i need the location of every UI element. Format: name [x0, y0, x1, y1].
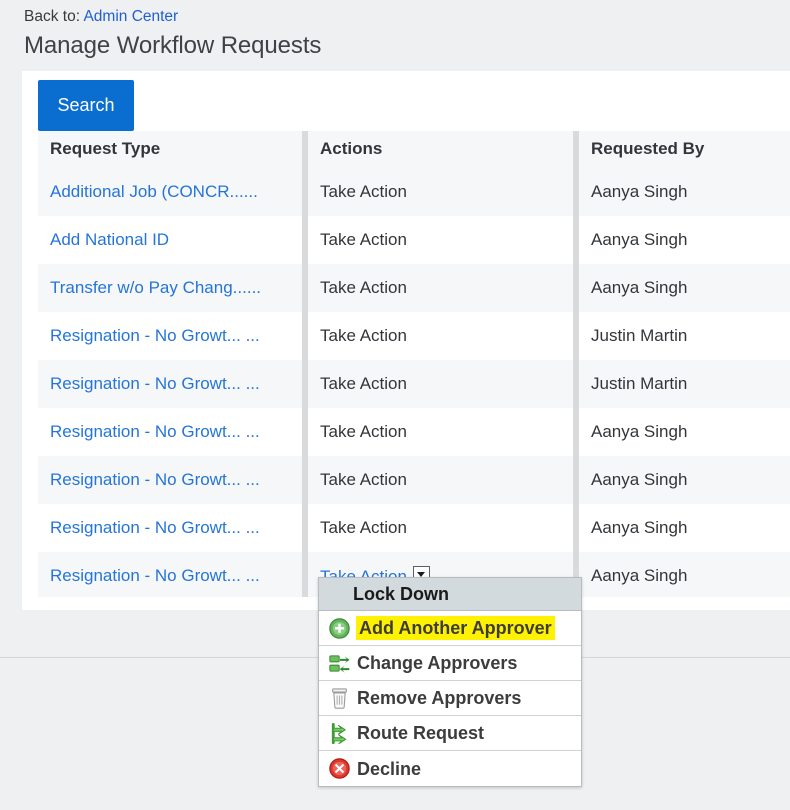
take-action-link[interactable]: Take Action [320, 278, 407, 297]
cell-requested-by: Justin Martin [579, 360, 790, 408]
cell-actions: Take Action [308, 216, 573, 264]
route-arrow-icon [327, 722, 352, 744]
request-type-link[interactable]: Transfer w/o Pay Chang...... [50, 278, 261, 297]
table-row: Resignation - No Growt... ... Take Action… [38, 360, 790, 408]
table-row: Resignation - No Growt... ... Take Action… [38, 408, 790, 456]
cell-request-type: Resignation - No Growt... ... [38, 552, 302, 597]
table-row: Resignation - No Growt... ... Take Action… [38, 312, 790, 360]
request-type-link[interactable]: Resignation - No Growt... ... [50, 326, 260, 345]
cell-actions: Take Action [308, 360, 573, 408]
request-type-link[interactable]: Resignation - No Growt... ... [50, 470, 260, 489]
table-row: Transfer w/o Pay Chang...... Take Action A… [38, 264, 790, 312]
menu-item-label: Route Request [357, 723, 485, 743]
workflow-requests-table-wrapper: Request Type Actions Requested By Additi… [38, 131, 790, 597]
workflow-requests-table: Request Type Actions Requested By Additi… [38, 131, 790, 597]
trash-icon [327, 687, 352, 709]
take-action-link[interactable]: Take Action [320, 470, 407, 489]
cell-requested-by: Aanya Singh [579, 456, 790, 504]
cell-request-type: Transfer w/o Pay Chang...... [38, 264, 302, 312]
take-action-link[interactable]: Take Action [320, 374, 407, 393]
menu-item-label: Add Another Approver [357, 617, 554, 639]
table-body: Additional Job (CONCR...... Take Action Aa… [38, 168, 790, 597]
request-type-link[interactable]: Resignation - No Growt... ... [50, 374, 260, 393]
swap-arrows-icon [327, 652, 352, 674]
breadcrumb-link-admin-center[interactable]: Admin Center [83, 8, 178, 25]
request-type-link[interactable]: Resignation - No Growt... ... [50, 566, 260, 585]
menu-item-remove-approvers[interactable]: Remove Approvers [319, 681, 581, 716]
request-type-link[interactable]: Resignation - No Growt... ... [50, 422, 260, 441]
menu-item-label: Decline [357, 758, 422, 779]
cell-actions: Take Action [308, 312, 573, 360]
request-type-link[interactable]: Additional Job (CONCR...... [50, 182, 258, 201]
cell-actions: Take Action [308, 264, 573, 312]
menu-item-change-approvers[interactable]: Change Approvers [319, 646, 581, 681]
request-type-link[interactable]: Add National ID [50, 230, 169, 249]
search-button[interactable]: Search [38, 80, 134, 131]
cell-requested-by: Aanya Singh [579, 264, 790, 312]
cell-request-type: Resignation - No Growt... ... [38, 456, 302, 504]
cell-actions: Take Action [308, 408, 573, 456]
column-header-requested-by[interactable]: Requested By [579, 131, 790, 168]
add-circle-icon [327, 617, 352, 639]
take-action-link[interactable]: Take Action [320, 326, 407, 345]
breadcrumb: Back to: Admin Center [24, 8, 178, 26]
menu-item-label: Change Approvers [357, 653, 518, 673]
cell-request-type: Resignation - No Growt... ... [38, 312, 302, 360]
cell-actions: Take Action [308, 168, 573, 216]
column-header-actions[interactable]: Actions [308, 131, 573, 168]
menu-item-decline[interactable]: Decline [319, 751, 581, 786]
take-action-link[interactable]: Take Action [320, 518, 407, 537]
menu-item-label: Remove Approvers [357, 688, 522, 708]
take-action-link[interactable]: Take Action [320, 230, 407, 249]
cell-request-type: Resignation - No Growt... ... [38, 360, 302, 408]
column-header-request-type[interactable]: Request Type [38, 131, 302, 168]
table-row: Resignation - No Growt... ... Take Action… [38, 504, 790, 552]
cell-requested-by: Aanya Singh [591, 422, 688, 441]
cell-actions: Take Action [308, 504, 573, 552]
cell-requested-by: Aanya Singh [579, 552, 790, 597]
table-header-row: Request Type Actions Requested By [38, 131, 790, 168]
breadcrumb-label: Back to: [24, 8, 80, 25]
take-action-link[interactable]: Take Action [320, 182, 407, 201]
table-row: Additional Job (CONCR...... Take Action Aa… [38, 168, 790, 216]
cell-request-type: Resignation - No Growt... ... [38, 504, 302, 552]
menu-header-lock-down: Lock Down [319, 578, 581, 611]
request-type-link[interactable]: Resignation - No Growt... ... [50, 518, 260, 537]
table-row: Resignation - No Growt... ... Take Action… [38, 456, 790, 504]
cell-request-type: Additional Job (CONCR...... [38, 168, 302, 216]
cell-request-type: Resignation - No Growt... ... [38, 408, 302, 456]
take-action-link[interactable]: Take Action [320, 422, 407, 441]
menu-item-route-request[interactable]: Route Request [319, 716, 581, 751]
cell-requested-by: Aanya Singh [591, 230, 688, 249]
cell-requested-by: Aanya Singh [579, 168, 790, 216]
cell-requested-by: Justin Martin [591, 326, 688, 345]
menu-items-container: Add Another Approver Change Approvers Remo… [319, 611, 581, 786]
cell-actions: Take Action [308, 456, 573, 504]
cell-request-type: Add National ID [38, 216, 302, 264]
take-action-dropdown-menu: Lock Down Add Another Approver Change App… [318, 577, 582, 787]
page-title: Manage Workflow Requests [24, 32, 322, 59]
menu-item-add-another-approver[interactable]: Add Another Approver [319, 611, 581, 646]
decline-circle-icon [327, 758, 352, 780]
table-row: Add National ID Take Action Aanya Singh [38, 216, 790, 264]
cell-requested-by: Aanya Singh [591, 518, 688, 537]
